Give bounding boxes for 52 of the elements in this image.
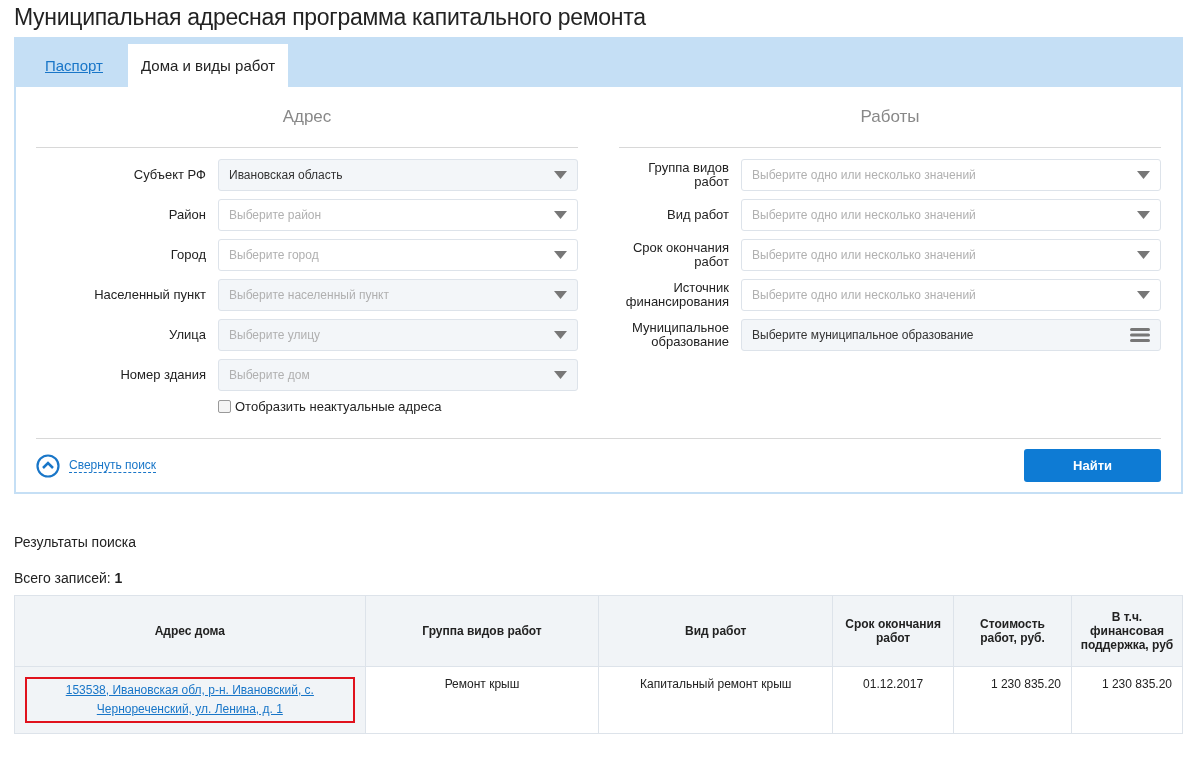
select-field[interactable]: Выберите район	[218, 199, 578, 231]
address-link[interactable]: 153538, Ивановская обл, р-н. Ивановский, с. Чернореченский, ул. Ленина, д. 1	[35, 681, 345, 719]
column-header: Срок окончания работ	[832, 595, 954, 667]
results-title: Результаты поиска	[14, 534, 138, 550]
field-label: Город	[169, 248, 206, 262]
select-field[interactable]: Выберите город	[218, 239, 578, 271]
field-label: Источник финансирования	[624, 281, 729, 309]
column-header: Группа видов работ	[365, 595, 599, 667]
collapse-search-link[interactable]: Свернуть поиск	[69, 458, 157, 473]
checkbox[interactable]	[218, 400, 231, 413]
field-label: Вид работ	[666, 208, 729, 222]
table-cell: 1 230 835.20	[953, 666, 1072, 734]
search-button[interactable]: Найти	[1024, 449, 1161, 482]
field-label: Район	[167, 208, 206, 222]
dropdown-caret-icon	[554, 171, 567, 179]
dropdown-caret-icon	[554, 331, 567, 339]
field-label: Срок окончания работ	[631, 241, 729, 269]
section-heading: Адрес	[36, 107, 578, 148]
dropdown-caret-icon	[554, 371, 567, 379]
dropdown-caret-icon	[1137, 211, 1150, 219]
dropdown-caret-icon	[554, 251, 567, 259]
field-label: Номер здания	[119, 368, 206, 382]
field-label: Муниципальное образование	[631, 321, 729, 349]
table-cell: Капитальный ремонт крыш	[598, 666, 833, 734]
column-header: Вид работ	[598, 595, 833, 667]
dropdown-caret-icon	[554, 211, 567, 219]
section-heading: Работы	[619, 107, 1161, 148]
field-label: Субъект РФ	[132, 168, 206, 182]
field-label: Улица	[168, 328, 206, 342]
menu-icon	[1130, 328, 1150, 342]
select-field[interactable]: Выберите одно или несколько значений	[741, 239, 1161, 271]
field-label: Населенный пункт	[93, 288, 206, 302]
tab[interactable]: Дома и виды работ	[128, 44, 289, 87]
select-field[interactable]: Выберите одно или несколько значений	[741, 159, 1161, 191]
select-field[interactable]: Выберите одно или несколько значений	[741, 279, 1161, 311]
table-cell: 1 230 835.20	[1071, 666, 1183, 734]
field-label: Группа видов работ	[647, 161, 729, 189]
select-field[interactable]: Выберите одно или несколько значений	[741, 199, 1161, 231]
page-title: Муниципальная адресная программа капитального ремонта	[14, 3, 647, 32]
collapse-icon[interactable]	[36, 453, 60, 478]
column-header: Стоимость работ, руб.	[953, 595, 1072, 667]
dropdown-caret-icon	[1137, 251, 1150, 259]
tab[interactable]: Паспорт	[32, 44, 116, 87]
dropdown-caret-icon	[1137, 291, 1150, 299]
checkbox-label: Отобразить неактуальные адреса	[235, 399, 442, 414]
column-header: Адрес дома	[14, 595, 366, 667]
table-cell: Ремонт крыш	[365, 666, 599, 734]
dropdown-caret-icon	[554, 291, 567, 299]
dropdown-caret-icon	[1137, 171, 1150, 179]
total-records: Всего записей: 1	[14, 570, 124, 586]
table-cell: 01.12.2017	[832, 666, 954, 734]
column-header: В т.ч. финансовая поддержка, руб	[1071, 595, 1183, 667]
